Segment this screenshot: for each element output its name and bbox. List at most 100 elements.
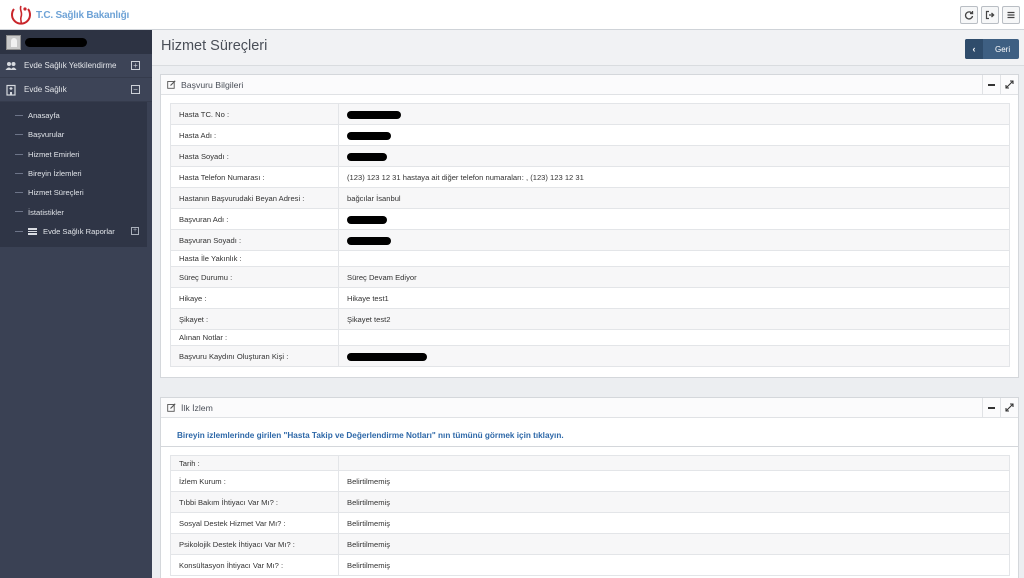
row-value xyxy=(338,145,1010,167)
row-label: İzlem Kurum : xyxy=(170,470,339,492)
sidebar-item-label: Bireyin İzlemleri xyxy=(28,169,82,179)
menu-button[interactable] xyxy=(1002,6,1020,24)
table-row: Psikolojik Destek İhtiyacı Var Mı? : Beli… xyxy=(170,533,1010,555)
sidebar-item-hizmet-emirleri[interactable]: Hizmet Emirleri xyxy=(0,145,147,164)
expand-icon[interactable]: + xyxy=(131,226,139,235)
panel-header: Başvuru Bilgileri xyxy=(161,75,1018,95)
table-row: Hasta TC. No : xyxy=(170,103,1010,125)
sidebar-item-evde-saglik-yetkilendirme[interactable]: Evde Sağlık Yetkilendirme + xyxy=(0,54,152,78)
fullscreen-button[interactable] xyxy=(1000,398,1018,417)
sidebar-item-label: Evde Sağlık Raporlar xyxy=(43,226,115,236)
redacted-value xyxy=(347,152,387,161)
row-value: (123) 123 12 31 hastaya ait diğer telefo… xyxy=(338,166,1010,188)
redacted-value xyxy=(347,352,427,361)
table-row: Hikaye : Hikaye test1 xyxy=(170,287,1010,309)
logout-button[interactable] xyxy=(981,6,999,24)
row-label: Sosyal Destek Hizmet Var Mı? : xyxy=(170,512,339,534)
sidebar-item-label: Evde Sağlık Yetkilendirme xyxy=(24,61,117,70)
table-row: Başvuran Soyadı : xyxy=(170,229,1010,251)
collapse-panel-button[interactable] xyxy=(982,75,1000,94)
redacted-value xyxy=(347,110,401,119)
row-value: Süreç Devam Ediyor xyxy=(338,266,1010,288)
row-label: Tarih : xyxy=(170,455,339,471)
sidebar-item-basvurular[interactable]: Başvurular xyxy=(0,125,147,144)
ministry-logo[interactable]: T.C. Sağlık Bakanlığı xyxy=(10,3,129,27)
users-icon xyxy=(5,62,17,70)
fullscreen-button[interactable] xyxy=(1000,75,1018,94)
basvuru-table: Hasta TC. No : Hasta Adı : Hasta Soyadı :H… xyxy=(170,103,1010,367)
logo-text: T.C. Sağlık Bakanlığı xyxy=(36,9,130,21)
ilk-izlem-table: Tarih : İzlem Kurum : Belirtilmemiş Tıbbi B… xyxy=(170,455,1010,576)
table-row: Süreç Durumu : Süreç Devam Ediyor xyxy=(170,266,1010,288)
row-value xyxy=(338,455,1010,471)
row-value xyxy=(338,329,1010,346)
ilk-izlem-panel: İlk İzlem Bireyin izlemlerinde girilen "… xyxy=(160,397,1019,578)
panel-header: İlk İzlem xyxy=(161,398,1018,418)
sidebar-item-bireyin-izlemleri[interactable]: Bireyin İzlemleri xyxy=(0,164,147,183)
expand-icon[interactable]: + xyxy=(131,61,140,70)
table-row: Konsültasyon İhtiyacı Var Mı? : Belirtilm… xyxy=(170,554,1010,576)
table-row: Tarih : xyxy=(170,455,1010,471)
table-row: İzlem Kurum : Belirtilmemiş xyxy=(170,470,1010,492)
row-value xyxy=(338,345,1010,367)
table-row: Şikayet : Şikayet test2 xyxy=(170,308,1010,330)
redacted-user-name xyxy=(25,37,87,47)
sidebar-item-anasayfa[interactable]: Anasayfa xyxy=(0,106,147,125)
table-row: Hasta Telefon Numarası : (123) 123 12 31 … xyxy=(170,166,1010,188)
sidebar-item-label: Hizmet Süreçleri xyxy=(28,188,84,198)
row-label: Şikayet : xyxy=(170,308,339,330)
table-row: Sosyal Destek Hizmet Var Mı? : Belirtilme… xyxy=(170,512,1010,534)
row-label: Başvuran Adı : xyxy=(170,208,339,230)
row-label: Hikaye : xyxy=(170,287,339,309)
row-value xyxy=(338,208,1010,230)
row-value xyxy=(338,103,1010,125)
sidebar-item-evde-saglik-raporlar[interactable]: Evde Sağlık Raporlar + xyxy=(0,222,147,241)
avatar xyxy=(6,34,21,50)
izlem-notes-link[interactable]: Bireyin izlemlerinde girilen "Hasta Taki… xyxy=(177,431,564,440)
redacted-value xyxy=(347,236,391,245)
row-label: Hastanın Başvurudaki Beyan Adresi : xyxy=(170,187,339,209)
table-row: Hasta Adı : xyxy=(170,124,1010,146)
page-title: Hizmet Süreçleri xyxy=(161,38,268,54)
collapse-icon[interactable]: − xyxy=(131,85,140,94)
row-value: Belirtilmemiş xyxy=(338,470,1010,492)
table-row: Başvuru Kaydını Oluşturan Kişi : xyxy=(170,345,1010,367)
collapse-panel-button[interactable] xyxy=(982,398,1000,417)
row-label: Hasta İle Yakınlık : xyxy=(170,250,339,267)
panel-title: İlk İzlem xyxy=(181,402,213,413)
row-label: Hasta Soyadı : xyxy=(170,145,339,167)
main-content: Hizmet Süreçleri ‹ Geri Başvuru Bilgiler… xyxy=(152,30,1024,578)
table-row: Hasta İle Yakınlık : xyxy=(170,250,1010,267)
refresh-button[interactable] xyxy=(960,6,978,24)
sidebar-submenu: Anasayfa Başvurular Hizmet Emirleri Bire… xyxy=(0,102,147,248)
row-value: Belirtilmemiş xyxy=(338,533,1010,555)
edit-icon xyxy=(167,403,176,412)
sidebar-item-hizmet-surecleri[interactable]: Hizmet Süreçleri xyxy=(0,183,147,202)
row-label: Tıbbi Bakım İhtiyacı Var Mı? : xyxy=(170,491,339,513)
sidebar-item-evde-saglik[interactable]: Evde Sağlık − xyxy=(0,78,152,102)
sidebar-item-label: Anasayfa xyxy=(28,111,60,121)
row-value: Belirtilmemiş xyxy=(338,491,1010,513)
refresh-icon xyxy=(964,10,974,20)
minus-icon xyxy=(988,83,995,86)
chevron-left-icon: ‹ xyxy=(965,39,983,59)
sidebar-item-label: İstatistikler xyxy=(28,207,64,217)
sidebar-item-istatistikler[interactable]: İstatistikler xyxy=(0,202,147,221)
menu-icon xyxy=(1007,11,1015,19)
back-button[interactable]: ‹ Geri xyxy=(965,39,1019,59)
row-value: bağcılar İsanbul xyxy=(338,187,1010,209)
row-value: Belirtilmemiş xyxy=(338,512,1010,534)
ministry-emblem-icon xyxy=(10,3,32,27)
top-bar: T.C. Sağlık Bakanlığı xyxy=(0,0,1024,30)
list-icon xyxy=(28,227,37,235)
sidebar-item-label: Hizmet Emirleri xyxy=(28,149,80,159)
user-profile[interactable] xyxy=(0,30,152,54)
row-value xyxy=(338,229,1010,251)
row-label: Hasta Adı : xyxy=(170,124,339,146)
building-icon xyxy=(6,84,16,96)
table-row: Hasta Soyadı : xyxy=(170,145,1010,167)
divider xyxy=(161,446,1018,447)
row-label: Süreç Durumu : xyxy=(170,266,339,288)
table-row: Başvuran Adı : xyxy=(170,208,1010,230)
row-label: Hasta TC. No : xyxy=(170,103,339,125)
